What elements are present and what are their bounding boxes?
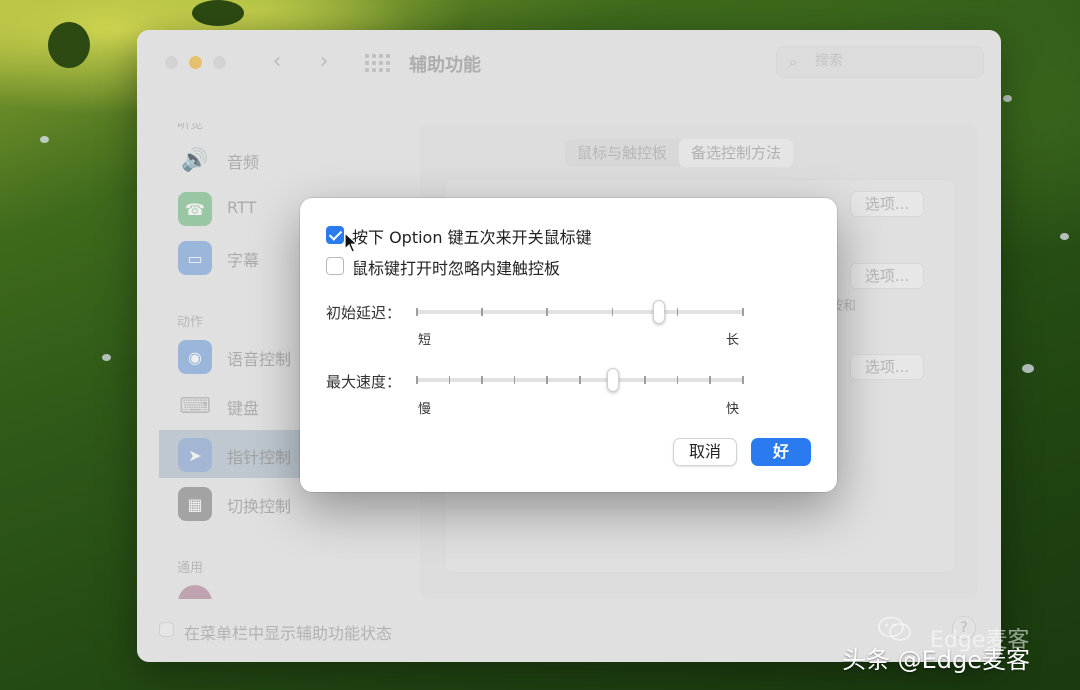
slider-tick xyxy=(546,376,548,384)
ignore-trackpad-label: 鼠标键打开时忽略内建触控板 xyxy=(352,259,561,278)
tab-alternate-control[interactable]: 备选控制方法 xyxy=(679,139,794,167)
tab-bar: 鼠标与触控板 备选控制方法 xyxy=(565,139,794,167)
max-speed-min-label: 慢 xyxy=(418,402,432,417)
general-icon xyxy=(178,585,212,599)
titlebar: ‹ › 辅助功能 ⌕ xyxy=(137,30,1001,96)
slider-knob[interactable] xyxy=(606,368,619,392)
sheep xyxy=(1022,364,1034,373)
sheep xyxy=(102,354,111,361)
keyboard-icon: ⌨ xyxy=(179,393,211,419)
option-key-toggle-checkbox[interactable] xyxy=(326,226,344,244)
slider-tick xyxy=(579,376,581,384)
back-button[interactable]: ‹ xyxy=(263,48,291,76)
options-button[interactable]: 选项... xyxy=(850,354,924,380)
mouse-keys-options-dialog: 按下 Option 键五次来开关鼠标键 鼠标键打开时忽略内建触控板 初始延迟： … xyxy=(300,198,837,492)
speaker-icon: 🔊 xyxy=(181,147,209,173)
slider-tick xyxy=(513,376,516,384)
show-all-grid-icon[interactable] xyxy=(365,54,390,72)
mouse-cursor-icon xyxy=(344,232,358,253)
options-button[interactable]: 选项... xyxy=(850,263,924,289)
checkbox-label: 在菜单栏中显示辅助功能状态 xyxy=(184,624,393,643)
slider-tick xyxy=(742,376,744,384)
cancel-button[interactable]: 取消 xyxy=(673,438,737,466)
tree xyxy=(48,22,90,68)
slider-tick xyxy=(546,308,548,316)
pointer-icon: ➤ xyxy=(178,438,212,472)
slider-knob[interactable] xyxy=(652,300,665,324)
max-speed-label: 最大速度： xyxy=(326,373,402,391)
caption-icon: ▭ xyxy=(178,241,212,275)
watermark-toutiao: 头条 @Edge麦客 xyxy=(842,646,1031,674)
slider-tick xyxy=(644,376,646,384)
search-input[interactable] xyxy=(815,53,975,69)
initial-delay-max-label: 长 xyxy=(726,333,740,348)
initial-delay-slider[interactable] xyxy=(416,300,744,324)
initial-delay-min-label: 短 xyxy=(418,333,432,348)
section-label-general: 通用 xyxy=(177,561,204,576)
forward-button[interactable]: › xyxy=(310,48,338,76)
slider-tick xyxy=(676,308,679,316)
switch-control-icon: ▦ xyxy=(178,487,212,521)
slider-tick xyxy=(709,376,711,384)
slider-tick xyxy=(448,376,451,384)
ok-button[interactable]: 好 xyxy=(751,438,811,466)
search-icon: ⌕ xyxy=(789,53,798,71)
max-speed-slider[interactable] xyxy=(416,368,744,392)
section-label-hearing: 听觉 xyxy=(177,123,204,132)
section-label-motor: 动作 xyxy=(177,315,204,330)
slider-tick xyxy=(676,376,679,384)
slider-track xyxy=(416,310,744,314)
sidebar-item-label: 切换控制 xyxy=(227,497,292,516)
sheep xyxy=(40,136,49,143)
sidebar-item-label: 音频 xyxy=(227,153,260,172)
sidebar-item-label: 指针控制 xyxy=(227,448,292,467)
option-key-toggle-label: 按下 Option 键五次来开关鼠标键 xyxy=(352,228,592,247)
max-speed-max-label: 快 xyxy=(726,402,740,417)
sidebar-item-label: 语音控制 xyxy=(227,350,292,369)
slider-tick xyxy=(416,376,418,384)
close-button[interactable] xyxy=(165,56,178,69)
tab-mouse-trackpad[interactable]: 鼠标与触控板 xyxy=(565,139,679,167)
slider-tick xyxy=(611,308,614,316)
sidebar-item-label: RTT xyxy=(227,198,257,217)
tree xyxy=(192,0,244,26)
options-button[interactable]: 选项... xyxy=(850,191,924,217)
sidebar-item-label: 键盘 xyxy=(227,399,260,418)
voice-control-icon: ◉ xyxy=(178,340,212,374)
slider-tick xyxy=(742,308,744,316)
sidebar-item-audio[interactable]: 🔊 音频 xyxy=(159,135,407,183)
wechat-logo-icon xyxy=(878,616,911,641)
window-title: 辅助功能 xyxy=(409,55,481,76)
slider-tick xyxy=(416,308,418,316)
sidebar-item-label: 字幕 xyxy=(227,251,260,270)
slider-tick xyxy=(481,308,483,316)
telephone-icon: ☎ xyxy=(178,192,212,226)
slider-tick xyxy=(481,376,483,384)
initial-delay-label: 初始延迟： xyxy=(326,304,402,322)
zoom-button[interactable] xyxy=(213,56,226,69)
checkbox[interactable] xyxy=(159,622,174,637)
minimize-button[interactable] xyxy=(189,56,202,69)
sheep xyxy=(1003,95,1012,102)
search-field[interactable]: ⌕ xyxy=(776,46,984,78)
sheep xyxy=(1060,233,1069,240)
ignore-trackpad-checkbox[interactable] xyxy=(326,257,344,275)
